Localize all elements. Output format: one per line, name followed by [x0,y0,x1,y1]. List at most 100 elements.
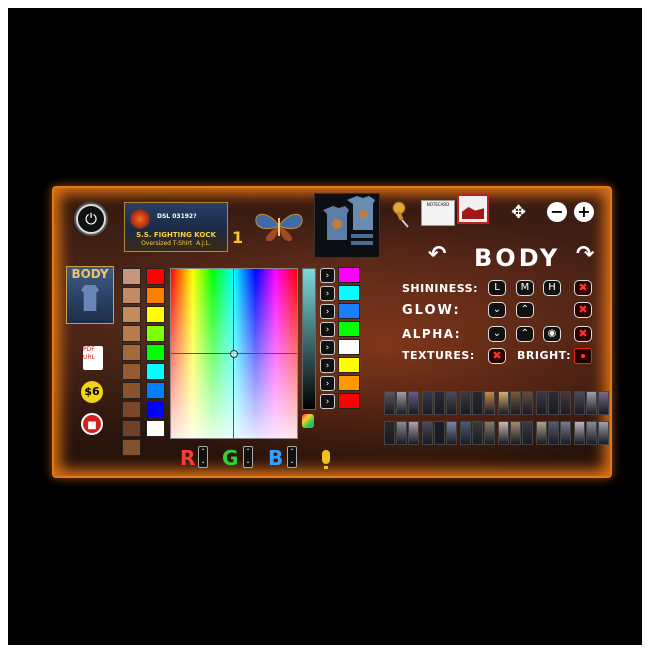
texture-thumbnail[interactable] [384,391,395,415]
apply-preset-button[interactable]: › [320,376,335,391]
skin-swatch[interactable] [122,344,141,361]
skin-swatch[interactable] [122,439,141,456]
notecard-button[interactable]: NOTECARD [421,200,455,226]
texture-thumbnail[interactable] [522,421,533,445]
shininess-low-button[interactable]: L [488,280,506,296]
shininess-medium-button[interactable]: M [516,280,534,296]
base-color-swatch[interactable] [146,325,165,342]
skin-swatch[interactable] [122,325,141,342]
apply-preset-button[interactable]: › [320,286,335,301]
texture-thumbnail[interactable] [598,391,609,415]
texture-thumbnail[interactable] [408,391,419,415]
arrow-right-icon[interactable]: ↷ [576,242,594,267]
texture-thumbnail[interactable] [472,421,483,445]
green-channel-stepper[interactable]: ⌃ ⌄ [243,446,253,468]
base-color-swatch[interactable] [146,287,165,304]
apply-preset-button[interactable]: › [320,394,335,409]
blue-channel-stepper[interactable]: ⌃ ⌄ [287,446,297,468]
skin-swatch[interactable] [122,306,141,323]
texture-thumbnail[interactable] [510,391,521,415]
texture-thumbnail[interactable] [396,421,407,445]
base-color-swatch[interactable] [146,382,165,399]
preset-color-swatch[interactable] [338,375,360,391]
texture-thumbnail[interactable] [536,391,547,415]
skin-swatch[interactable] [122,363,141,380]
texture-thumbnail[interactable] [548,391,559,415]
texture-thumbnail[interactable] [434,421,445,445]
texture-thumbnail[interactable] [498,421,509,445]
texture-thumbnail[interactable] [574,421,585,445]
texture-thumbnail[interactable] [446,391,457,415]
texture-thumbnail[interactable] [422,391,433,415]
preset-color-swatch[interactable] [338,321,360,337]
picker-cursor[interactable] [230,350,238,358]
texture-thumbnail[interactable] [574,391,585,415]
apply-preset-button[interactable]: › [320,358,335,373]
red-square-icon[interactable]: ■ [81,413,103,435]
texture-thumbnail[interactable] [498,391,509,415]
base-color-swatch[interactable] [146,344,165,361]
base-color-swatch[interactable] [146,268,165,285]
price-badge-button[interactable]: $6 [81,381,103,403]
apply-preset-button[interactable]: › [320,268,335,283]
preset-color-swatch[interactable] [338,303,360,319]
zoom-in-button[interactable]: + [574,202,594,222]
texture-thumbnail[interactable] [522,391,533,415]
brightness-slider[interactable] [302,268,316,410]
texture-thumbnail[interactable] [586,421,597,445]
texture-thumbnail[interactable] [484,421,495,445]
texture-toggle-button[interactable] [457,194,489,224]
apply-preset-button[interactable]: › [320,340,335,355]
base-color-swatch[interactable] [146,363,165,380]
texture-thumbnail[interactable] [548,421,559,445]
texture-thumbnail[interactable] [408,421,419,445]
bright-toggle-button[interactable] [574,348,592,364]
texture-thumbnail[interactable] [460,391,471,415]
texture-thumbnail[interactable] [422,421,433,445]
red-channel-stepper[interactable]: ⌃ ⌄ [198,446,208,468]
base-color-swatch[interactable] [146,306,165,323]
base-color-swatch[interactable] [146,401,165,418]
body-part-selector[interactable]: BODY [66,266,114,324]
base-color-swatch[interactable] [146,420,165,437]
shininess-clear-button[interactable]: ✖ [574,280,592,296]
skin-swatch[interactable] [122,268,141,285]
glow-down-button[interactable]: ⌄ [488,302,506,318]
texture-thumbnail[interactable] [396,391,407,415]
skin-swatch[interactable] [122,382,141,399]
texture-thumbnail[interactable] [472,391,483,415]
skin-swatch[interactable] [122,401,141,418]
texture-thumbnail[interactable] [560,421,571,445]
preset-color-swatch[interactable] [338,267,360,283]
skin-swatch[interactable] [122,420,141,437]
glow-up-button[interactable]: ⌃ [516,302,534,318]
alpha-down-button[interactable]: ⌄ [488,326,506,342]
texture-thumbnail[interactable] [460,421,471,445]
preset-color-swatch[interactable] [338,357,360,373]
skin-swatch[interactable] [122,287,141,304]
arrow-left-icon[interactable]: ↶ [428,242,446,267]
color-picker-field[interactable] [170,268,298,439]
preset-color-swatch[interactable] [338,393,360,409]
shininess-high-button[interactable]: H [543,280,561,296]
texture-thumbnail[interactable] [536,421,547,445]
texture-thumbnail[interactable] [434,391,445,415]
butterfly-logo-icon[interactable] [250,208,308,244]
zoom-out-button[interactable]: − [547,202,567,222]
glow-clear-button[interactable]: ✖ [574,302,592,318]
microphone-icon[interactable] [322,450,330,469]
texture-thumbnail[interactable] [384,421,395,445]
apply-preset-button[interactable]: › [320,304,335,319]
rainbow-icon[interactable] [302,414,314,428]
preset-color-swatch[interactable] [338,339,360,355]
product-logo[interactable]: DSL 03192? S.S. FIGHTING KOCK Oversized … [124,202,228,252]
texture-thumbnail[interactable] [560,391,571,415]
texture-thumbnail[interactable] [510,421,521,445]
texture-thumbnail[interactable] [586,391,597,415]
pdf-url-button[interactable]: PDF URL [83,346,103,370]
alpha-visibility-button[interactable]: ◉ [543,326,561,342]
preset-color-swatch[interactable] [338,285,360,301]
power-button[interactable]: ⏻ [76,204,106,234]
apply-preset-button[interactable]: › [320,322,335,337]
move-icon[interactable]: ✥ [511,202,526,223]
